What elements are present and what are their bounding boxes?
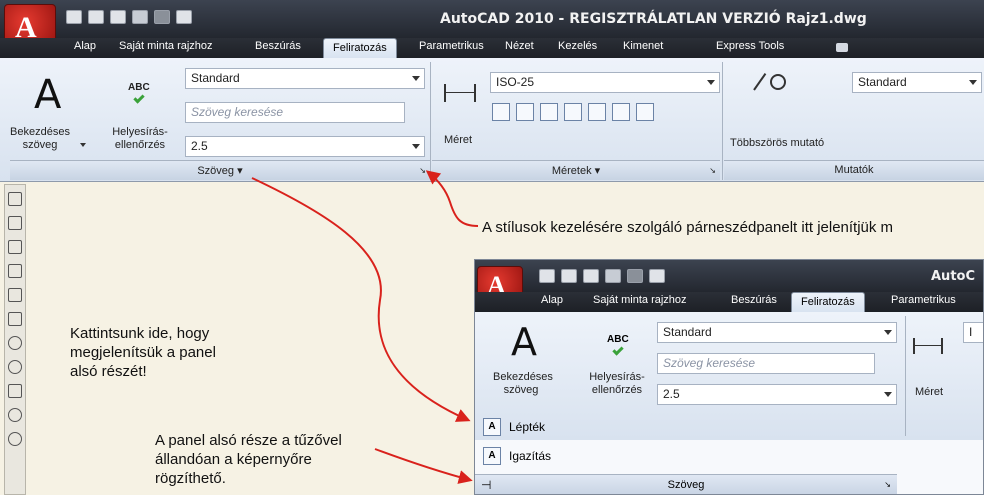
arrow-to-pin xyxy=(374,448,473,484)
annotation-arrows xyxy=(251,170,479,484)
arrow-to-panel-expand xyxy=(251,177,471,422)
arrow-to-dialog-launcher xyxy=(425,170,479,227)
